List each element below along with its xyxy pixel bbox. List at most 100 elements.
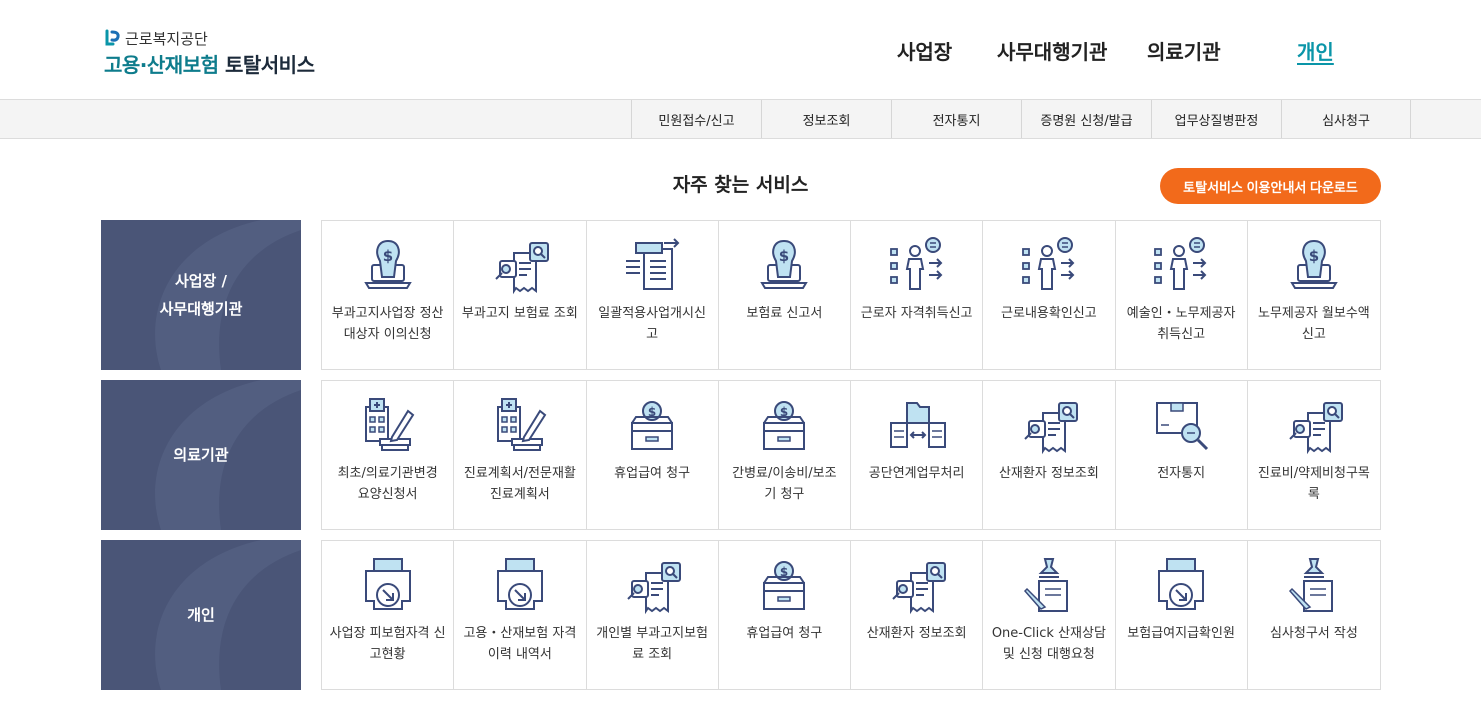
nav-agency[interactable]: 사무대행기관	[997, 36, 1107, 65]
row-category-label: 사업장 / 사무대행기관	[101, 220, 301, 370]
service-card-label: 심사청구서 작성	[1269, 626, 1358, 641]
service-card-label: 일괄적용사업개시신고	[598, 306, 706, 342]
coin-box-icon	[763, 561, 806, 610]
printer-download-icon	[1158, 558, 1205, 610]
row-category-label: 개인	[101, 540, 301, 690]
document-search-icon	[1288, 402, 1343, 452]
service-card[interactable]: 보험료 신고서	[719, 221, 851, 369]
service-card[interactable]: 심사청구서 작성	[1248, 541, 1380, 689]
service-card-label: 보험료 신고서	[746, 306, 823, 321]
presenter-checklist-icon	[889, 237, 942, 290]
printer-download-icon	[496, 558, 543, 610]
service-card[interactable]: 간병료/이송비/보조기 청구	[719, 381, 851, 529]
document-search-icon	[891, 562, 946, 612]
subnav-item-info[interactable]: 정보조회	[761, 100, 891, 138]
printer-download-icon	[364, 558, 411, 610]
service-card-label: 예술인・노무제공자 취득신고	[1126, 306, 1236, 342]
stamp-document-icon	[1023, 558, 1068, 612]
service-card-label: 휴업급여 청구	[746, 626, 823, 641]
service-card-label: 근로내용확인신고	[1001, 306, 1097, 321]
subnav-item-disease[interactable]: 업무상질병판정	[1151, 100, 1281, 138]
service-card-label: One-Click 산재상담 및 신청 대행요청	[991, 626, 1106, 662]
service-card-label: 전자통지	[1157, 466, 1206, 481]
service-card[interactable]: 근로자 자격취득신고	[851, 221, 984, 369]
presenter-checklist-icon	[1154, 237, 1207, 290]
presenter-checklist-icon	[1021, 237, 1074, 290]
service-card[interactable]: 개인별 부과고지보험료 조회	[587, 541, 719, 689]
service-row-medical: 의료기관 최초/의료기관변경 요양신청서 진료계획서/전문재활진료계획서 휴업급여 청…	[101, 380, 1381, 530]
service-card-label: 산재환자 정보조회	[998, 466, 1099, 481]
service-card[interactable]: 부과고지사업장 정산대상자 이의신청	[322, 221, 455, 369]
service-card[interactable]: 예술인・노무제공자 취득신고	[1116, 221, 1248, 369]
service-card[interactable]: 진료비/약제비청구목록	[1248, 381, 1380, 529]
folder-exchange-icon	[889, 402, 946, 448]
service-card[interactable]: 휴업급여 청구	[587, 381, 719, 529]
logo-org-name: 근로복지공단	[125, 29, 208, 48]
site-logo[interactable]: 근로복지공단 고용·산재보험 토탈서비스	[104, 28, 315, 78]
service-card[interactable]: 노무제공자 월보수액 신고	[1248, 221, 1380, 369]
service-card-label: 부과고지사업장 정산대상자 이의신청	[331, 306, 444, 342]
service-card[interactable]: 전자통지	[1116, 381, 1248, 529]
nav-business[interactable]: 사업장	[897, 36, 952, 65]
service-card-label: 보험급여지급확인원	[1127, 626, 1235, 641]
service-row-personal: 개인 사업장 피보험자격 신고현황 고용・산재보험 자격 이력 내역서 개인별 부과고…	[101, 540, 1381, 690]
service-card-label: 부과고지 보험료 조회	[461, 306, 578, 321]
service-card-label: 휴업급여 청구	[614, 466, 691, 481]
service-card-list: 최초/의료기관변경 요양신청서 진료계획서/전문재활진료계획서 휴업급여 청구 간병료…	[321, 380, 1381, 530]
service-card[interactable]: 일괄적용사업개시신고	[587, 221, 719, 369]
service-card-label: 고용・산재보험 자격 이력 내역서	[463, 626, 577, 662]
row-category-text: 개인	[187, 606, 215, 624]
service-card[interactable]: 최초/의료기관변경 요양신청서	[322, 381, 455, 529]
package-search-icon	[1155, 401, 1209, 451]
service-card[interactable]: 부과고지 보험료 조회	[454, 221, 587, 369]
service-card-label: 간병료/이송비/보조기 청구	[732, 466, 837, 502]
service-card-label: 진료비/약제비청구목록	[1257, 466, 1370, 502]
service-card-label: 최초/의료기관변경 요양신청서	[337, 466, 438, 502]
coin-box-icon	[763, 401, 806, 450]
row-category-text: 사업장 / 사무대행기관	[159, 272, 243, 318]
service-card-list: 사업장 피보험자격 신고현황 고용・산재보험 자격 이력 내역서 개인별 부과고지보…	[321, 540, 1381, 690]
laptop-coin-icon	[761, 240, 808, 289]
service-card[interactable]: 휴업급여 청구	[719, 541, 851, 689]
service-card-label: 사업장 피보험자격 신고현황	[329, 626, 446, 662]
subnav-item-notice[interactable]: 전자통지	[891, 100, 1021, 138]
laptop-coin-icon	[364, 240, 411, 289]
service-card[interactable]: 고용・산재보험 자격 이력 내역서	[454, 541, 587, 689]
row-category-text: 의료기관	[173, 446, 229, 464]
service-card[interactable]: 산재환자 정보조회	[983, 381, 1116, 529]
coin-box-icon	[631, 401, 674, 450]
service-card[interactable]: One-Click 산재상담 및 신청 대행요청	[983, 541, 1116, 689]
service-card[interactable]: 공단연계업무처리	[851, 381, 984, 529]
stamp-document-icon	[1288, 558, 1333, 612]
document-search-icon	[1023, 402, 1078, 452]
logo-service-suffix: 토탈서비스	[224, 53, 315, 77]
hospital-pen-icon	[364, 398, 414, 451]
service-card-label: 산재환자 정보조회	[866, 626, 967, 641]
document-search-icon	[627, 562, 682, 612]
nav-medical[interactable]: 의료기관	[1147, 36, 1221, 65]
subnav-item-certificate[interactable]: 증명원 신청/발급	[1021, 100, 1151, 138]
service-row-business-agency: 사업장 / 사무대행기관 부과고지사업장 정산대상자 이의신청 부과고지 보험료 조…	[101, 220, 1381, 370]
row-category-label: 의료기관	[101, 380, 301, 530]
service-card-list: 부과고지사업장 정산대상자 이의신청 부과고지 보험료 조회 일괄적용사업개시신고 보…	[321, 220, 1381, 370]
document-transfer-icon	[625, 238, 680, 290]
service-card[interactable]: 보험급여지급확인원	[1116, 541, 1248, 689]
site-header: 근로복지공단 고용·산재보험 토탈서비스 사업장 사무대행기관 의료기관 개인	[0, 0, 1481, 100]
service-card[interactable]: 사업장 피보험자격 신고현황	[322, 541, 455, 689]
guide-download-button[interactable]: 토탈서비스 이용안내서 다운로드	[1160, 168, 1381, 204]
nav-personal[interactable]: 개인	[1297, 36, 1334, 65]
service-card[interactable]: 근로내용확인신고	[983, 221, 1116, 369]
service-card-label: 진료계획서/전문재활진료계획서	[463, 466, 576, 502]
service-card-label: 근로자 자격취득신고	[860, 306, 973, 321]
service-card[interactable]: 산재환자 정보조회	[851, 541, 984, 689]
logo-service-name: 고용·산재보험	[104, 53, 219, 77]
service-card-label: 공단연계업무처리	[868, 466, 965, 481]
hospital-pen-icon	[496, 398, 546, 451]
service-card-label: 노무제공자 월보수액 신고	[1257, 306, 1370, 342]
service-card[interactable]: 진료계획서/전문재활진료계획서	[454, 381, 587, 529]
subnav-item-complaint[interactable]: 민원접수/신고	[631, 100, 761, 138]
service-card-label: 개인별 부과고지보험료 조회	[596, 626, 709, 662]
comwel-logo-icon	[105, 29, 120, 46]
laptop-coin-icon	[1290, 240, 1337, 289]
subnav-item-appeal[interactable]: 심사청구	[1281, 100, 1411, 138]
